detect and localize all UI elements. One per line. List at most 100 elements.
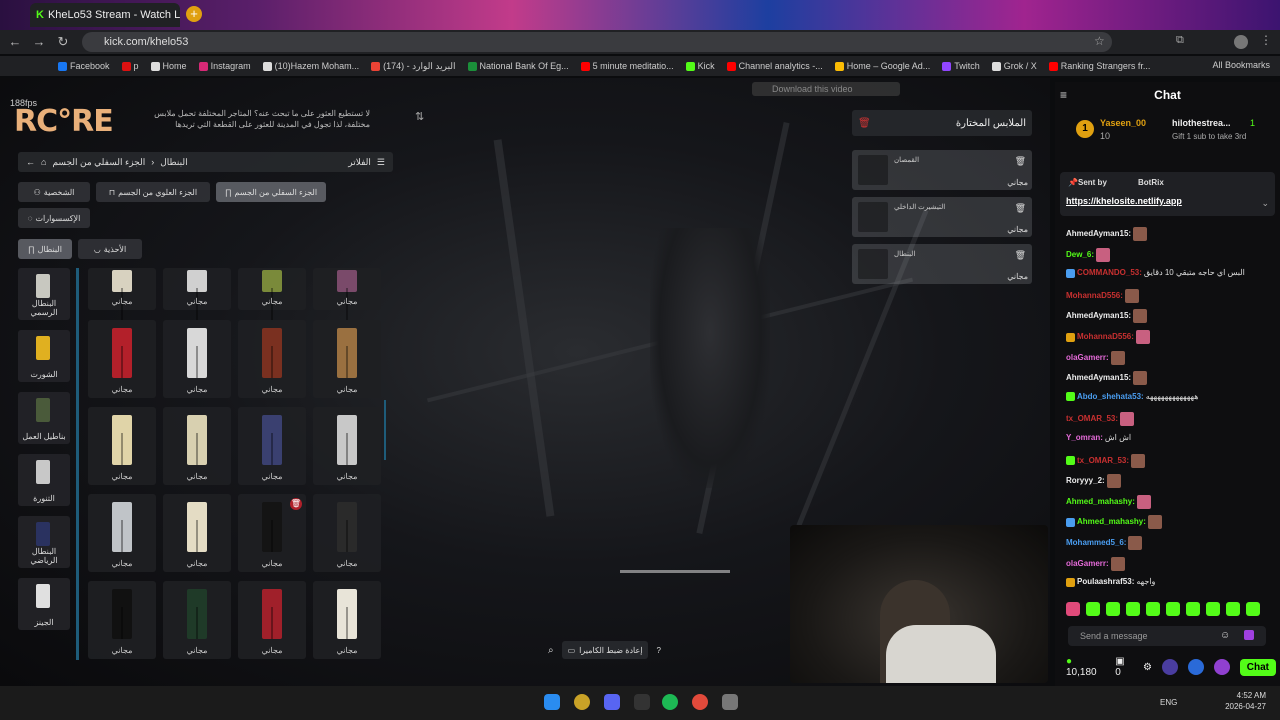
browser-menu-icon[interactable]: ⋮ bbox=[1260, 33, 1272, 47]
kick-emote-icon[interactable] bbox=[1244, 630, 1254, 640]
quick-emote-icon[interactable] bbox=[1226, 602, 1240, 616]
bits-display[interactable]: ▣ 0 bbox=[1115, 656, 1133, 678]
discord-icon[interactable] bbox=[604, 694, 620, 710]
pants-item[interactable]: مجاني bbox=[88, 494, 156, 572]
bookmark-item[interactable]: Home – Google Ad... bbox=[834, 61, 930, 71]
remove-item-icon[interactable]: 🗑 bbox=[290, 498, 302, 510]
windows-start-icon[interactable] bbox=[544, 694, 560, 710]
quick-emote-icon[interactable] bbox=[1066, 602, 1080, 616]
side-scrollbar[interactable] bbox=[76, 268, 79, 660]
pants-item[interactable]: مجاني bbox=[313, 320, 381, 398]
chat-username[interactable]: olaGamerr: bbox=[1066, 353, 1109, 362]
game-launcher-icon[interactable] bbox=[634, 694, 650, 710]
bookmark-item[interactable]: (10)Hazem Moham... bbox=[262, 61, 359, 71]
breadcrumb-section[interactable]: الجزء السفلي من الجسم bbox=[52, 157, 145, 168]
back-button[interactable]: ← bbox=[6, 33, 24, 51]
selected-item[interactable]: التيشيرت الداخلي 🗑 مجاني bbox=[852, 197, 1032, 237]
bookmark-item[interactable]: Grok / X bbox=[991, 61, 1037, 71]
new-tab-button[interactable]: + bbox=[186, 6, 202, 22]
forward-button[interactable]: → bbox=[30, 33, 48, 51]
reload-button[interactable]: ↻ bbox=[54, 33, 72, 51]
quick-emote-icon[interactable] bbox=[1146, 602, 1160, 616]
pants-item[interactable]: مجاني bbox=[313, 494, 381, 572]
trash-icon[interactable]: 🗑 bbox=[1015, 156, 1026, 167]
pants-item[interactable]: مجاني bbox=[313, 407, 381, 485]
chat-username[interactable]: AhmedAyman15: bbox=[1066, 312, 1131, 321]
bookmark-item[interactable]: Facebook bbox=[58, 61, 110, 71]
subcategory-shoes[interactable]: ◡ الأحذية bbox=[78, 239, 142, 259]
bookmark-star-icon[interactable]: ☆ bbox=[1094, 34, 1105, 48]
pants-item[interactable]: مجاني bbox=[238, 407, 306, 485]
pants-item[interactable]: مجاني bbox=[313, 268, 381, 320]
ai-icon[interactable] bbox=[1213, 659, 1230, 675]
bookmark-item[interactable]: Channel analytics -... bbox=[726, 61, 823, 71]
chat-username[interactable]: Poulaashraf53: bbox=[1077, 577, 1134, 586]
chat-username[interactable]: COMMANDO_53: bbox=[1077, 268, 1142, 277]
7tv-icon[interactable] bbox=[1161, 659, 1178, 675]
bookmark-item[interactable]: 5 minute meditatio... bbox=[580, 61, 674, 71]
pants-item[interactable]: مجاني bbox=[163, 407, 231, 485]
category-upper-body[interactable]: ⊓ الجزء العلوي من الجسم bbox=[96, 182, 210, 202]
chat-send-button[interactable]: Chat bbox=[1239, 658, 1276, 676]
all-bookmarks[interactable]: All Bookmarks bbox=[1212, 60, 1270, 70]
pants-type-item[interactable]: التنورة bbox=[18, 454, 70, 506]
chat-username[interactable]: Mohammed5_6: bbox=[1066, 538, 1126, 547]
gif-icon[interactable] bbox=[1187, 659, 1204, 675]
quick-emote-icon[interactable] bbox=[1126, 602, 1140, 616]
pants-item[interactable]: مجاني bbox=[88, 407, 156, 485]
trash-icon[interactable]: 🗑 bbox=[1015, 250, 1026, 261]
chat-username[interactable]: Ahmed_mahashy: bbox=[1077, 518, 1146, 527]
chat-username[interactable]: olaGamerr: bbox=[1066, 559, 1109, 568]
pants-type-item[interactable]: الجينز bbox=[18, 578, 70, 630]
bookmark-item[interactable]: Home bbox=[150, 61, 187, 71]
bookmark-item[interactable]: Kick bbox=[685, 61, 715, 71]
url-input[interactable]: kick.com/khelo53 bbox=[82, 32, 1112, 52]
settings-icon[interactable]: ⚙ bbox=[1143, 662, 1152, 673]
quick-emote-icon[interactable] bbox=[1186, 602, 1200, 616]
reset-camera-button[interactable]: ▭ إعادة ضبط الكاميرا bbox=[561, 641, 649, 659]
chat-username[interactable]: Dew_6: bbox=[1066, 250, 1094, 259]
selected-item[interactable]: القمصان 🗑 مجاني bbox=[852, 150, 1032, 190]
help-icon[interactable]: ? bbox=[656, 646, 660, 655]
app-icon[interactable] bbox=[574, 694, 590, 710]
trash-icon[interactable]: 🗑 bbox=[1015, 203, 1026, 214]
points-display[interactable]: ● 10,180 bbox=[1066, 656, 1105, 678]
tab-active[interactable]: K KheLo53 Stream - Watch Li ✕ bbox=[30, 3, 180, 27]
pants-type-item[interactable]: بناطيل العمل bbox=[18, 392, 70, 444]
pants-item[interactable]: مجاني bbox=[238, 581, 306, 659]
pants-type-item[interactable]: البنطال الرياضي bbox=[18, 516, 70, 568]
pants-item[interactable]: مجاني bbox=[88, 268, 156, 320]
pants-item[interactable]: مجاني bbox=[163, 494, 231, 572]
chat-input[interactable]: Send a message bbox=[1068, 626, 1266, 646]
selected-item[interactable]: البنطال 🗑 مجاني bbox=[852, 244, 1032, 284]
chat-username[interactable]: tx_OMAR_53: bbox=[1066, 415, 1118, 424]
pants-item[interactable]: مجاني 🗑 bbox=[238, 494, 306, 572]
chat-username[interactable]: Y_omran: bbox=[1066, 433, 1103, 442]
zoom-icon[interactable]: ⌕ bbox=[548, 645, 554, 656]
chat-username[interactable]: AhmedAyman15: bbox=[1066, 229, 1131, 238]
settings-app-icon[interactable] bbox=[722, 694, 738, 710]
category-accessories[interactable]: ◌ الإكسسوارات bbox=[18, 208, 90, 228]
chat-username[interactable]: AhmedAyman15: bbox=[1066, 373, 1131, 382]
pinned-gift-banner[interactable]: 1 Yaseen_00 10 hilothestrea... 1 Gift 1 … bbox=[1060, 112, 1275, 158]
quick-emote-icon[interactable] bbox=[1166, 602, 1180, 616]
filter-icon[interactable]: ☰ bbox=[377, 157, 385, 168]
filters-label[interactable]: الفلاتر bbox=[348, 157, 371, 168]
chat-username[interactable]: MohannaD556: bbox=[1066, 291, 1123, 300]
pants-item[interactable]: مجاني bbox=[238, 320, 306, 398]
keyboard-language[interactable]: ENG bbox=[1160, 698, 1177, 707]
category-lower-body[interactable]: ∏ الجزء السفلي من الجسم bbox=[216, 182, 326, 202]
chat-username[interactable]: MohannaD556: bbox=[1077, 332, 1134, 341]
bookmark-item[interactable]: Instagram bbox=[198, 61, 251, 71]
subcategory-pants[interactable]: ∏ البنطال bbox=[18, 239, 72, 259]
profile-avatar[interactable] bbox=[1234, 35, 1248, 49]
bookmark-item[interactable]: National Bank Of Eg... bbox=[467, 61, 569, 71]
pants-item[interactable]: مجاني bbox=[163, 268, 231, 320]
emoji-icon[interactable]: ☺ bbox=[1220, 630, 1230, 641]
pants-type-item[interactable]: البنطال الرسمي bbox=[18, 268, 70, 320]
chat-username[interactable]: Ahmed_mahashy: bbox=[1066, 497, 1135, 506]
home-icon[interactable]: ⌂ bbox=[41, 157, 46, 167]
chat-username[interactable]: Abdo_shehata53: bbox=[1077, 392, 1144, 401]
bot-link[interactable]: https://khelosite.netlify.app bbox=[1066, 196, 1182, 206]
chevron-down-icon[interactable]: ⌄ bbox=[1261, 198, 1269, 209]
